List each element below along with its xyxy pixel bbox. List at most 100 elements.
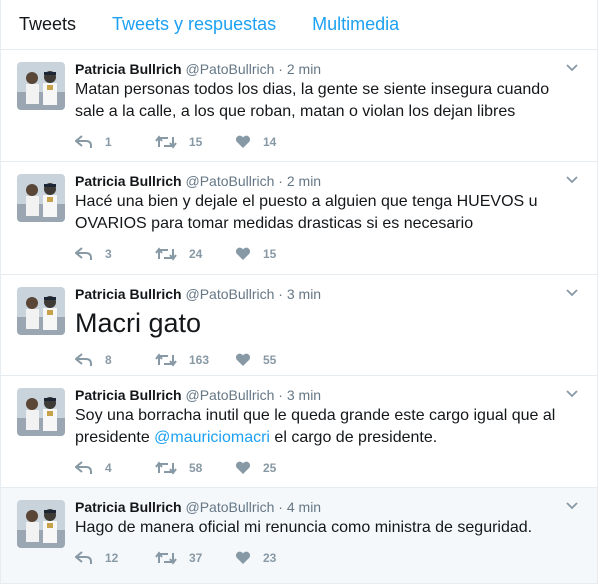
avatar[interactable]: [17, 174, 65, 222]
timestamp[interactable]: 4 min: [287, 499, 321, 515]
reply-button[interactable]: 3: [75, 247, 155, 261]
reply-icon: [75, 551, 92, 564]
reply-icon: [75, 461, 92, 474]
like-count: 15: [263, 247, 277, 261]
retweet-icon: [155, 461, 177, 475]
retweet-button[interactable]: 37: [155, 551, 235, 565]
chevron-down-icon[interactable]: [565, 386, 579, 400]
reply-icon: [75, 247, 92, 260]
retweet-count: 163: [189, 353, 210, 367]
heart-icon: [235, 461, 251, 474]
tweet-actions: 1 15 14: [75, 123, 585, 161]
tweet[interactable]: Patricia Bullrich @PatoBullrich · 2 min …: [1, 50, 597, 162]
reply-icon: [75, 353, 92, 366]
avatar[interactable]: [17, 62, 65, 110]
heart-icon: [235, 247, 251, 260]
author-handle[interactable]: @PatoBullrich: [185, 286, 274, 302]
tweet-header: Patricia Bullrich @PatoBullrich · 2 min: [75, 172, 585, 190]
mention-link[interactable]: @mauriciomacri: [154, 429, 270, 446]
tweet[interactable]: Patricia Bullrich @PatoBullrich · 2 min …: [1, 162, 597, 275]
retweet-button[interactable]: 163: [155, 353, 235, 367]
tweet[interactable]: Patricia Bullrich @PatoBullrich · 3 min …: [1, 376, 597, 488]
like-button[interactable]: 15: [235, 247, 315, 261]
reply-icon: [75, 135, 92, 148]
retweet-count: 37: [189, 551, 203, 565]
author-name[interactable]: Patricia Bullrich: [75, 173, 182, 189]
chevron-down-icon[interactable]: [565, 172, 579, 186]
tweet-actions: 3 24 15: [75, 235, 585, 273]
tweet-text: Matan personas todos los dias, la gente …: [75, 81, 550, 120]
separator: ·: [278, 61, 283, 77]
tweet-text: Hago de manera oficial mi renuncia como …: [75, 519, 533, 536]
author-name[interactable]: Patricia Bullrich: [75, 286, 182, 302]
separator: ·: [278, 387, 283, 403]
separator: ·: [278, 499, 283, 515]
like-count: 55: [263, 353, 277, 367]
avatar[interactable]: [17, 287, 65, 335]
author-handle[interactable]: @PatoBullrich: [185, 387, 274, 403]
reply-button[interactable]: 8: [75, 353, 155, 367]
reply-button[interactable]: 12: [75, 551, 155, 565]
chevron-down-icon[interactable]: [565, 285, 579, 299]
like-count: 23: [263, 551, 277, 565]
author-handle[interactable]: @PatoBullrich: [185, 61, 274, 77]
reply-count: 4: [105, 461, 112, 475]
author-handle[interactable]: @PatoBullrich: [185, 173, 274, 189]
tab-tweets[interactable]: Tweets: [19, 14, 76, 35]
retweet-count: 15: [189, 135, 203, 149]
retweet-button[interactable]: 24: [155, 247, 235, 261]
heart-icon: [235, 353, 251, 366]
tweet-text: Hacé una bien y dejale el puesto a algui…: [75, 193, 538, 232]
like-button[interactable]: 25: [235, 461, 315, 475]
reply-count: 3: [105, 247, 112, 261]
author-name[interactable]: Patricia Bullrich: [75, 387, 182, 403]
author-name[interactable]: Patricia Bullrich: [75, 61, 182, 77]
avatar[interactable]: [17, 500, 65, 548]
separator: ·: [278, 286, 283, 302]
like-count: 25: [263, 461, 277, 475]
heart-icon: [235, 551, 251, 564]
retweet-button[interactable]: 15: [155, 135, 235, 149]
tweet-actions: 4 58 25: [75, 449, 585, 487]
heart-icon: [235, 135, 251, 148]
chevron-down-icon[interactable]: [565, 60, 579, 74]
tab-tweets-and-replies[interactable]: Tweets y respuestas: [112, 14, 276, 35]
retweet-count: 24: [189, 247, 203, 261]
tweet-text: Soy una borracha inutil que le queda gra…: [75, 405, 585, 449]
reply-button[interactable]: 4: [75, 461, 155, 475]
author-name[interactable]: Patricia Bullrich: [75, 499, 182, 515]
retweet-icon: [155, 247, 177, 261]
chevron-down-icon[interactable]: [565, 498, 579, 512]
tweet-actions: 8 163 55: [75, 341, 585, 379]
avatar[interactable]: [17, 388, 65, 436]
timestamp[interactable]: 3 min: [287, 286, 321, 302]
tab-media[interactable]: Multimedia: [312, 14, 399, 35]
retweet-icon: [155, 353, 177, 367]
timestamp[interactable]: 3 min: [287, 387, 321, 403]
reply-count: 8: [105, 353, 112, 367]
profile-timeline: Tweets Tweets y respuestas Multimedia Pa…: [0, 0, 598, 584]
tweet[interactable]: Patricia Bullrich @PatoBullrich · 4 min …: [1, 488, 597, 584]
author-handle[interactable]: @PatoBullrich: [185, 499, 274, 515]
tweet[interactable]: Patricia Bullrich @PatoBullrich · 3 min …: [1, 275, 597, 376]
tweet-header: Patricia Bullrich @PatoBullrich · 4 min: [75, 498, 585, 516]
like-button[interactable]: 23: [235, 551, 315, 565]
timestamp[interactable]: 2 min: [287, 173, 321, 189]
tweet-text: Macri gato: [75, 308, 202, 338]
retweet-icon: [155, 135, 177, 149]
like-button[interactable]: 55: [235, 353, 315, 367]
retweet-button[interactable]: 58: [155, 461, 235, 475]
timestamp[interactable]: 2 min: [287, 61, 321, 77]
reply-count: 1: [105, 135, 112, 149]
timeline-tabs: Tweets Tweets y respuestas Multimedia: [1, 0, 597, 50]
like-count: 14: [263, 135, 277, 149]
retweet-count: 58: [189, 461, 203, 475]
like-button[interactable]: 14: [235, 135, 315, 149]
reply-button[interactable]: 1: [75, 135, 155, 149]
tweet-text-part: el cargo de presidente.: [269, 429, 438, 446]
tweet-header: Patricia Bullrich @PatoBullrich · 2 min: [75, 60, 585, 78]
tweet-header: Patricia Bullrich @PatoBullrich · 3 min: [75, 285, 585, 303]
reply-count: 12: [105, 551, 119, 565]
tweet-actions: 12 37 23: [75, 539, 585, 577]
retweet-icon: [155, 551, 177, 565]
